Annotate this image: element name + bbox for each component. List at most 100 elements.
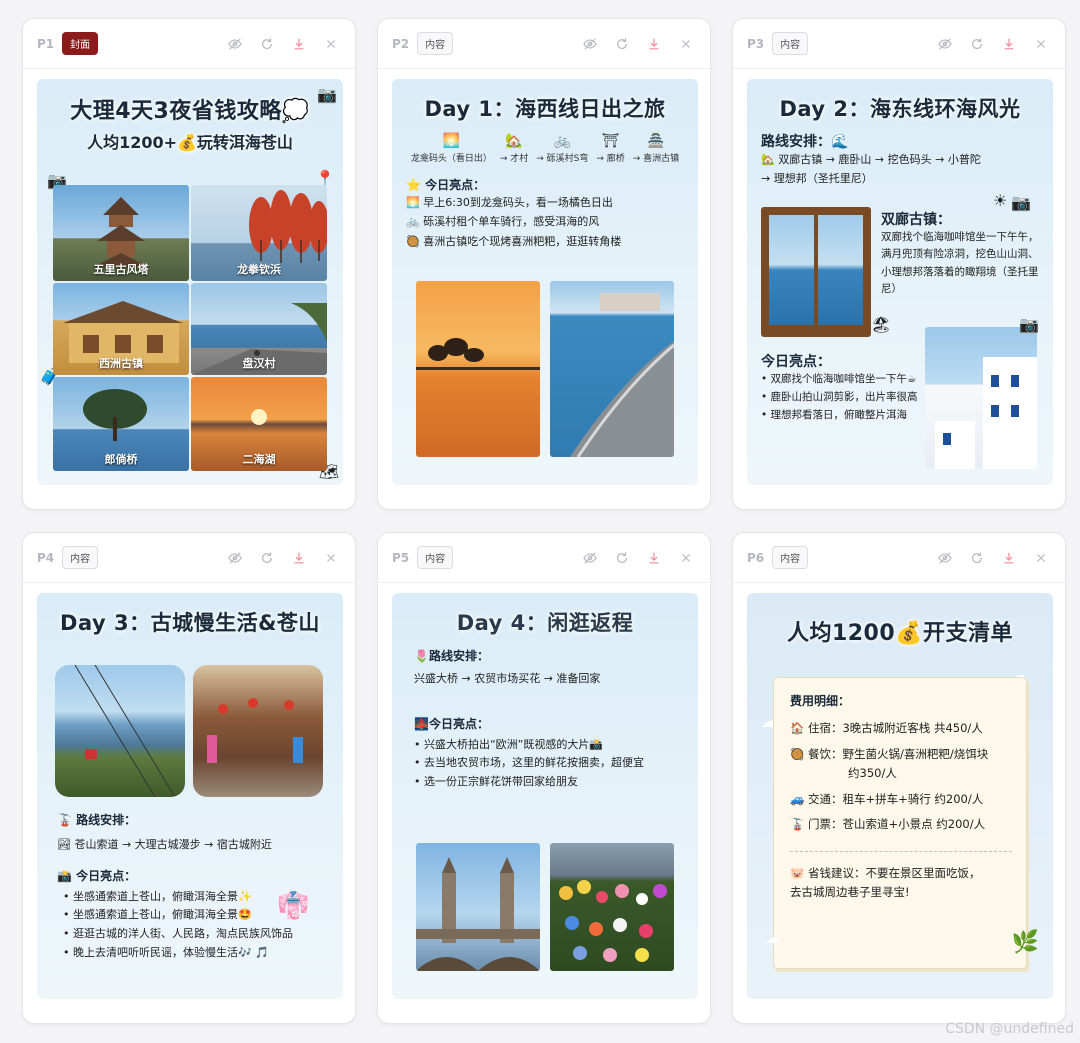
photo-santorini-style xyxy=(925,327,1037,469)
route-text: 🏡 双廊古镇 → 鹿卧山 → 挖色码头 → 小普陀 xyxy=(761,153,981,166)
list-item: • 去当地农贸市场，这里的鲜花按捆卖，超便宜 xyxy=(414,756,644,770)
list-item: • 兴盛大桥拍出“欧洲”既视感的大片📸 xyxy=(414,737,604,751)
list-item: • 选一份正宗鲜花饼带回家给朋友 xyxy=(414,775,578,789)
poster-cover: 大理4天3夜省钱攻略💭 人均1200+💰玩转洱海苍山 📷 📷 📍 🧳 🗺 五里古… xyxy=(37,79,343,485)
highlights-title: 🌉今日亮点： xyxy=(414,716,489,731)
card-header: P3 内容 xyxy=(733,19,1065,69)
page-card-2: P2 内容 Day 1：海西线日出之旅 🌅 龙龛码头（看日出） 🏡 → 才村 🚲 → … xyxy=(377,18,711,510)
poster-subtitle: 人均1200+💰玩转洱海苍山 xyxy=(87,133,293,152)
photo-caption: 郎倘桥 xyxy=(104,453,138,466)
download-icon[interactable] xyxy=(644,34,664,54)
poster-day4: Day 4：闲逛返程 🌷路线安排： 兴盛大桥 → 农贸市场买花 → 准备回家 🌉… xyxy=(392,593,698,999)
list-item: • 晚上去清吧听听民谣，体验慢生活🎶 🎵 xyxy=(63,945,269,959)
poster-title: 人均1200💰开支清单 xyxy=(786,621,1014,646)
page-type-badge: 封面 xyxy=(62,32,99,55)
close-icon[interactable] xyxy=(1031,34,1051,54)
list-item: • 逛逛古城的洋人街、人民路，淘点民族风饰品 xyxy=(63,927,293,941)
route-stop-label: → 廊桥 xyxy=(596,154,625,164)
divider xyxy=(790,850,1012,852)
photo-flower-market xyxy=(550,843,674,971)
house-icon: 🏡 xyxy=(505,133,523,149)
refresh-icon[interactable] xyxy=(257,34,277,54)
town-description: 双廊找个临海咖啡馆坐一下午午，满月兜顶有险凉洞，挖色山山洞、小理想邦落落着的瞰翔… xyxy=(881,231,1039,295)
close-icon[interactable] xyxy=(321,548,341,568)
refresh-icon[interactable] xyxy=(612,548,632,568)
download-icon[interactable] xyxy=(644,548,664,568)
photo-caption: 西洲古镇 xyxy=(99,357,143,370)
route-stop: ⛩ → 廊桥 xyxy=(596,133,624,164)
sunrise-icon: 🌅 xyxy=(442,133,461,149)
gate-icon: ⛩ xyxy=(601,133,620,149)
refresh-icon[interactable] xyxy=(967,34,987,54)
photo-sunrise-reflection xyxy=(416,281,540,457)
list-item: 🚲 砾溪村租个单车骑行，感受洱海的风 xyxy=(406,215,600,229)
refresh-icon[interactable] xyxy=(967,548,987,568)
eye-off-icon[interactable] xyxy=(935,548,955,568)
poster-title: Day 1：海西线日出之旅 xyxy=(424,97,666,121)
photo-caption: 二海湖 xyxy=(242,453,276,466)
budget-item: 🏠 住宿：3晚古城附近客栈 共450/人 xyxy=(790,721,983,735)
camera-sticker-icon: 📷 xyxy=(317,85,337,104)
page-number: P1 xyxy=(37,36,55,51)
close-icon[interactable] xyxy=(676,548,696,568)
page-number: P2 xyxy=(392,36,410,51)
list-item: • 鹿卧山拍山洞剪影，出片率很高 xyxy=(761,390,918,403)
page-type-badge: 内容 xyxy=(62,546,99,569)
download-icon[interactable] xyxy=(999,34,1019,54)
download-icon[interactable] xyxy=(289,34,309,54)
eye-off-icon[interactable] xyxy=(580,548,600,568)
page-card-5: P5 内容 Day 4：闲逛返程 🌷路线安排： 兴盛大桥 → 农贸市场买花 → … xyxy=(377,532,711,1024)
ethnic-costume-sticker-icon: 👘 xyxy=(277,891,310,921)
route-stop: 🚲 → 砾溪村S弯 xyxy=(536,133,588,164)
eye-off-icon[interactable] xyxy=(580,34,600,54)
list-item: • 双廊找个临海咖啡馆坐一下午☕ xyxy=(761,373,917,385)
page-type-badge: 内容 xyxy=(772,32,809,55)
photo-red-trees: 龙拳钦浜 xyxy=(191,185,327,281)
download-icon[interactable] xyxy=(289,548,309,568)
photo-old-town: 西洲古镇 xyxy=(53,283,189,375)
poster-day2: Day 2：海东线环海风光 路线安排：🌊 🏡 双廊古镇 → 鹿卧山 → 挖色码头… xyxy=(747,79,1053,485)
card-header: P1 封面 xyxy=(23,19,355,69)
download-icon[interactable] xyxy=(999,548,1019,568)
poster-title: Day 4：闲逛返程 xyxy=(456,611,634,635)
card-header: P6 内容 xyxy=(733,533,1065,583)
photo-cable-car xyxy=(55,665,185,797)
highlights-title: ⭐ 今日亮点： xyxy=(406,178,486,192)
card-header: P2 内容 xyxy=(378,19,710,69)
page-card-6: P6 内容 人均1200💰开支清单 ☁ ☁ 费用明细： 🏠 住宿：3晚古城附近客… xyxy=(732,532,1066,1024)
route-stop: 🏡 → 才村 xyxy=(500,133,528,164)
town-title: 双廊古镇： xyxy=(881,212,951,228)
watermark: CSDN @undefined xyxy=(945,1021,1074,1037)
highlights-title: 📸 今日亮点： xyxy=(57,868,137,883)
route-title: 🌷路线安排： xyxy=(414,649,489,663)
route-title: 🚡 路线安排： xyxy=(57,813,137,827)
close-icon[interactable] xyxy=(676,34,696,54)
route-stops: 🌅 龙龛码头（看日出） 🏡 → 才村 🚲 → 砾溪村S弯 ⛩ → 廊桥 🏯 → 喜洲古镇 xyxy=(392,133,698,164)
budget-paper: 费用明细： 🏠 住宿：3晚古城附近客栈 共450/人 🥘 餐饮：野生菌火锅/喜洲… xyxy=(773,677,1027,969)
route-stop: 🌅 龙龛码头（看日出） xyxy=(411,133,492,164)
saving-tip: 去古城周边巷子里寻宝! xyxy=(790,885,910,900)
photo-window-lake-view xyxy=(761,207,871,337)
eye-off-icon[interactable] xyxy=(935,34,955,54)
photo-european-bridge xyxy=(416,843,540,971)
sun-sticker-icon: ☀ xyxy=(993,191,1008,210)
refresh-icon[interactable] xyxy=(612,34,632,54)
page-card-3: P3 内容 Day 2：海东线环海风光 路线安排：🌊 🏡 双廊古镇 → 鹿卧山 … xyxy=(732,18,1066,510)
page-number: P6 xyxy=(747,550,765,565)
route-stop-label: → 才村 xyxy=(499,154,529,164)
page-card-1: P1 封面 大理4天3夜省钱攻略💭 人均1200+💰玩转洱海苍山 📷 📷 📍 🧳… xyxy=(22,18,356,510)
card-header: P4 内容 xyxy=(23,533,355,583)
photo-caption: 五里古风塔 xyxy=(93,263,149,276)
list-item: • 理想邦看落日，俯瞰整片洱海 xyxy=(761,408,908,421)
budget-item: 约350/人 xyxy=(848,766,897,781)
route-stop: 🏯 → 喜洲古镇 xyxy=(633,133,679,164)
eye-off-icon[interactable] xyxy=(225,34,245,54)
beach-sticker-icon: 🏖 xyxy=(871,315,892,334)
route-text: 兴盛大桥 → 农贸市场买花 → 准备回家 xyxy=(414,672,601,685)
route-text: → 理想邦（圣托里尼） xyxy=(761,171,873,185)
close-icon[interactable] xyxy=(1031,548,1051,568)
eye-off-icon[interactable] xyxy=(225,548,245,568)
refresh-icon[interactable] xyxy=(257,548,277,568)
photo-sunset-lake: 二海湖 xyxy=(191,377,327,471)
close-icon[interactable] xyxy=(321,34,341,54)
